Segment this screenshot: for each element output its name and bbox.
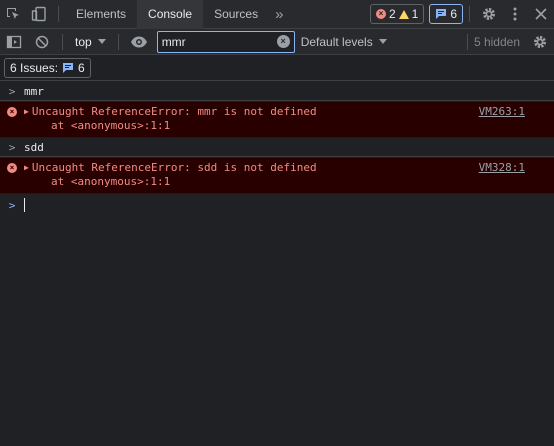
console-command-row[interactable]: > sdd [0,138,554,157]
show-sidebar-icon[interactable] [0,29,28,55]
console-error-row[interactable]: × ▶ Uncaught ReferenceError: sdd is not d… [0,157,554,194]
error-icon: × [7,163,17,173]
clear-filter-icon[interactable]: × [276,35,290,48]
message-counter[interactable]: 6 [429,4,463,24]
message-count: 6 [450,7,457,21]
settings-gear-icon[interactable] [476,0,502,29]
console-toolbar: top × Default levels 5 hidden [0,29,554,55]
live-expression-eye-icon[interactable] [125,29,153,55]
inspect-element-icon[interactable] [0,0,26,29]
message-icon [63,62,74,73]
issues-bar: 6 Issues: 6 [0,55,554,81]
tab-sources[interactable]: Sources [203,0,269,29]
console-settings-gear-icon[interactable] [526,29,554,55]
prompt-chevron-icon: > [8,198,16,212]
text-cursor [24,198,25,212]
tab-console[interactable]: Console [137,0,204,29]
issues-label: 6 Issues: [10,60,59,75]
more-tabs-chevron-icon[interactable]: » [269,0,289,29]
devtools-tabbar: Elements Console Sources » × 2 1 6 [0,0,554,29]
filter-input-box[interactable]: × [156,30,295,53]
log-levels-dropdown[interactable]: Default levels [301,35,387,49]
issues-button[interactable]: 6 Issues: 6 [4,57,91,78]
tab-elements[interactable]: Elements [65,0,137,29]
error-icon: × [375,9,386,19]
error-trace: at <anonymous>:1:1 [51,175,171,188]
error-source-link[interactable]: VM263:1 [479,105,525,119]
command-text: sdd [24,140,44,154]
error-count: 2 [388,7,396,21]
close-icon[interactable] [528,0,554,29]
context-label: top [75,34,92,49]
device-toolbar-icon[interactable] [26,0,52,29]
chevron-down-icon [97,39,106,44]
toolbar-divider [117,33,119,50]
console-command-row[interactable]: > mmr [0,82,554,101]
error-message: Uncaught ReferenceError: sdd is not defi… [31,161,317,174]
expand-triangle-icon[interactable]: ▶ [24,161,29,175]
command-text: mmr [24,84,44,98]
expand-triangle-icon[interactable]: ▶ [24,105,29,119]
toolbar-divider [58,6,59,22]
log-levels-label: Default levels [300,34,373,49]
error-message: Uncaught ReferenceError: mmr is not defi… [31,105,317,118]
error-icon: × [7,107,17,117]
chevron-right-icon: > [8,84,16,98]
more-options-icon[interactable] [502,0,528,29]
chevron-right-icon: > [8,140,16,154]
toolbar-divider [466,33,468,50]
filter-input[interactable] [161,34,277,49]
clear-console-icon[interactable] [28,29,56,55]
issues-count: 6 [78,60,85,75]
warning-icon [398,9,409,19]
chevron-down-icon [378,39,387,44]
error-trace: at <anonymous>:1:1 [51,119,171,132]
console-prompt[interactable]: > [0,194,554,216]
toolbar-divider [62,33,63,50]
context-selector[interactable]: top [69,35,112,49]
warning-count: 1 [411,7,419,21]
error-source-link[interactable]: VM328:1 [479,161,525,175]
console-error-row[interactable]: × ▶ Uncaught ReferenceError: mmr is not d… [0,101,554,138]
message-icon [436,9,447,19]
hidden-messages-count: 5 hidden [473,34,520,49]
console-messages: > mmr × ▶ Uncaught ReferenceError: mmr is… [0,82,554,446]
error-warning-counter[interactable]: × 2 1 [369,4,425,24]
toolbar-divider [469,6,470,22]
